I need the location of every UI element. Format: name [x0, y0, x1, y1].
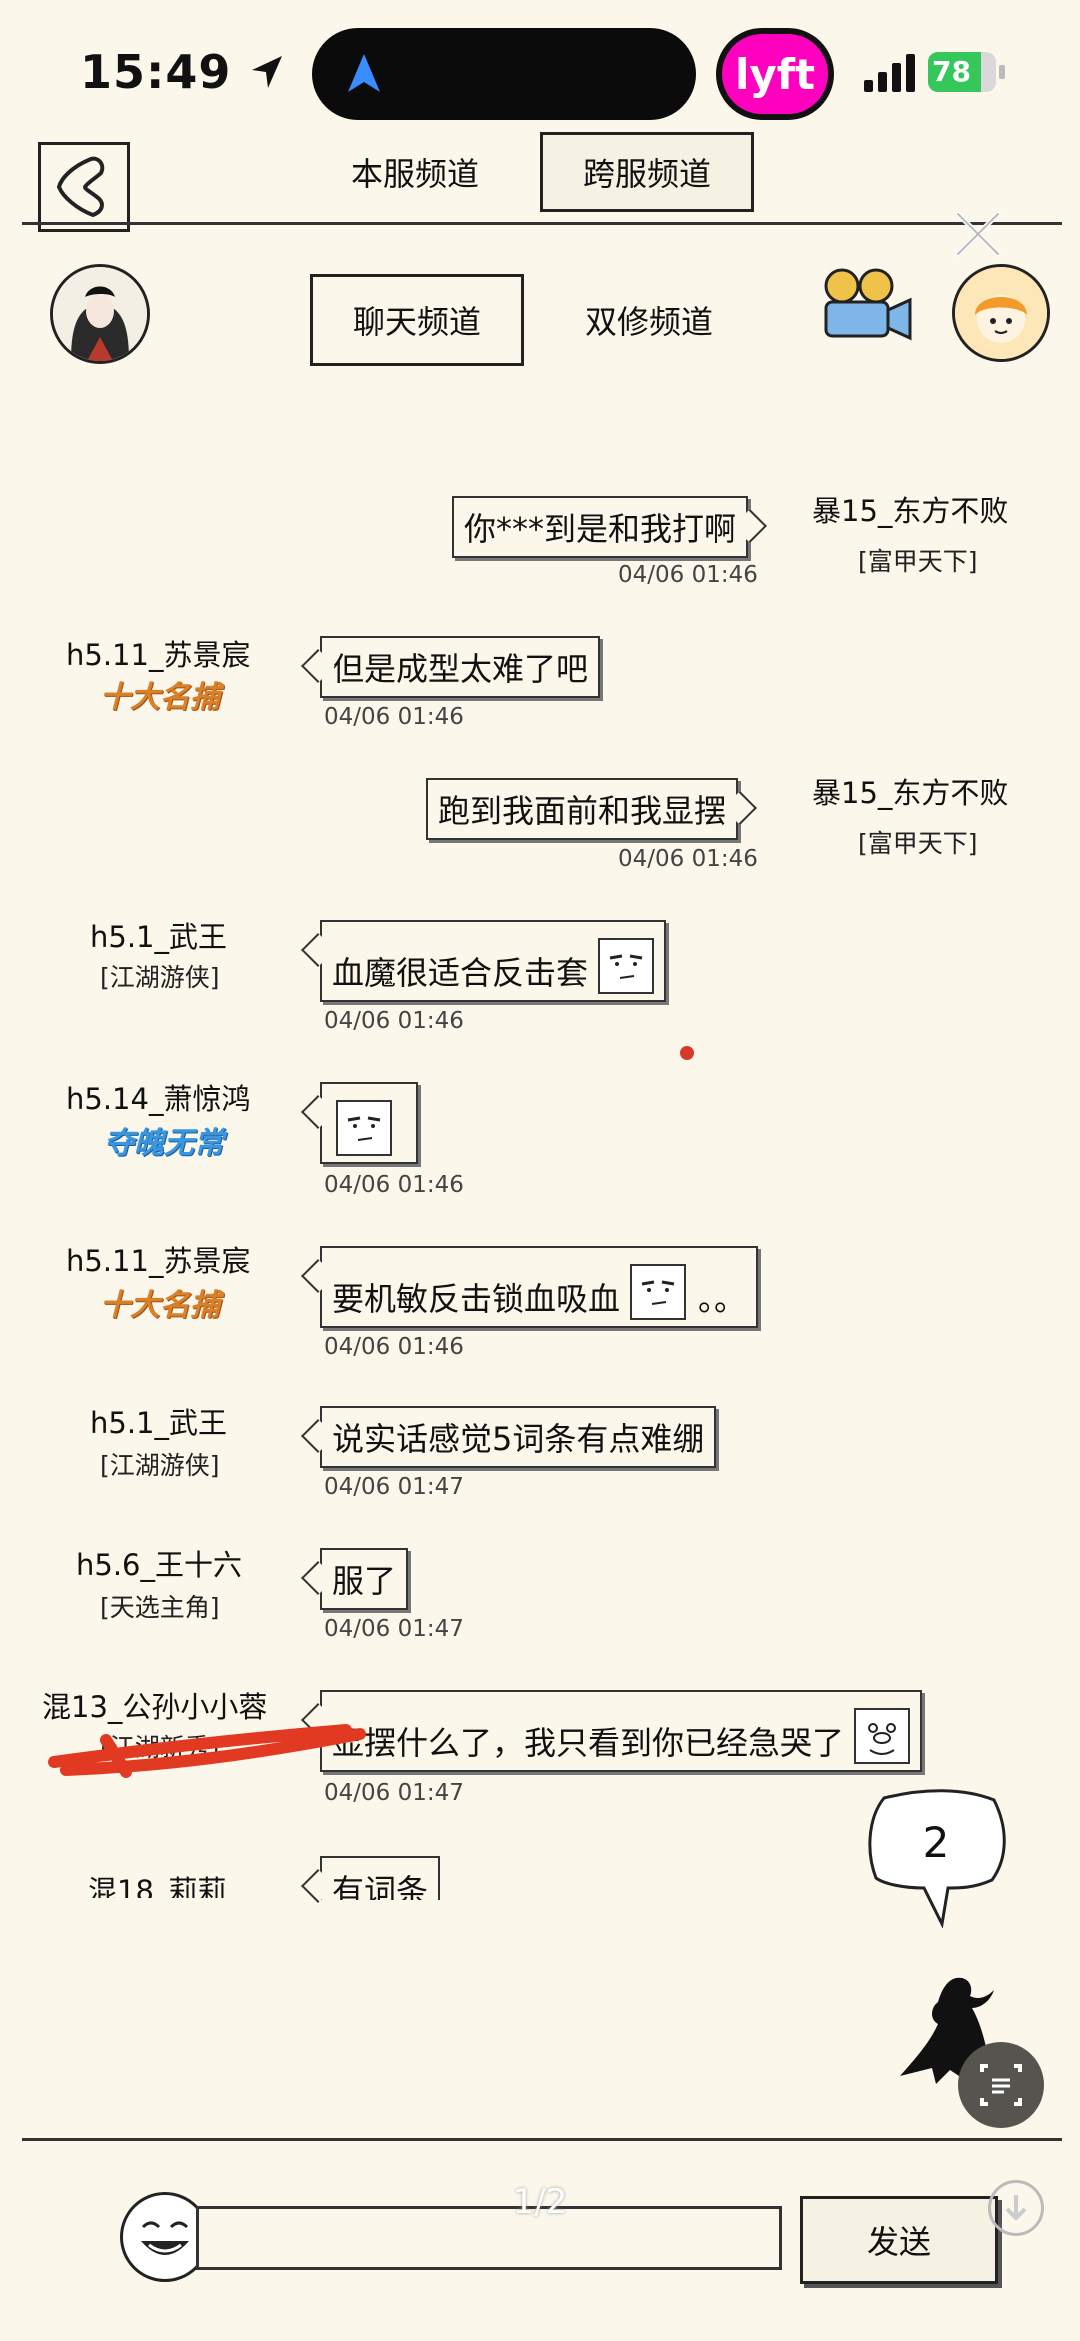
lyft-app-indicator[interactable]: lyft: [716, 28, 834, 120]
status-bar: 15:49 lyft 78: [0, 0, 1080, 130]
page-indicator: 1/2: [512, 2182, 568, 2222]
pig-face-emoji-icon: [854, 1708, 911, 1764]
tab-cross-server[interactable]: 跨服频道: [540, 132, 754, 212]
sender-name[interactable]: 混18_莉莉: [88, 1868, 226, 1898]
signal-icon: [864, 54, 915, 92]
divider: [22, 222, 1062, 225]
sender-title: [江湖游侠]: [100, 1451, 220, 1480]
red-scribble-mark: [48, 1724, 366, 1778]
message-bubble[interactable]: 要机敏反击锁血吸血 。。: [320, 1246, 759, 1328]
smirk-face-emoji-icon: [598, 938, 655, 994]
smirk-face-emoji-icon: [630, 1264, 687, 1320]
sender-title: [富甲天下]: [858, 547, 978, 576]
message-bubble[interactable]: 但是成型太难了吧: [320, 636, 601, 698]
message-time: 04/06 01:46: [324, 704, 464, 730]
message-suffix: 。。: [698, 1280, 747, 1318]
sender-title-badge: 夺魄无常: [104, 1126, 224, 1161]
sender-name[interactable]: h5.11_苏景宸: [66, 1238, 250, 1280]
message-bubble[interactable]: 有词条: [320, 1856, 441, 1900]
sender-title-badge: 十大名捕: [100, 680, 220, 715]
tab-local-server[interactable]: 本服频道: [330, 132, 500, 212]
message-bubble[interactable]: 服了: [320, 1548, 409, 1610]
recording-dot: [680, 1046, 694, 1060]
laughing-face-icon: [141, 2221, 189, 2255]
npc-avatar[interactable]: [952, 264, 1050, 362]
message-text: 有词条: [332, 1872, 429, 1900]
back-icon: [56, 156, 105, 218]
message-time: 04/06 01:46: [618, 846, 758, 872]
navigation-arrow-icon: [348, 54, 380, 92]
sender-name[interactable]: 暴15_东方不败: [812, 488, 1008, 530]
scan-text-icon: [980, 2064, 1022, 2106]
tab-chat-channel[interactable]: 聊天频道: [310, 274, 524, 366]
sender-name[interactable]: h5.6_王十六: [76, 1542, 242, 1584]
message-bubble[interactable]: 跑到我面前和我显摆: [426, 778, 739, 840]
sender-title: [天选主角]: [100, 1593, 220, 1622]
unread-count: 2: [922, 1818, 950, 1867]
sender-name[interactable]: h5.11_苏景宸: [66, 632, 250, 674]
message-time: 04/06 01:46: [324, 1334, 464, 1360]
smirk-face-emoji-icon: [336, 1100, 392, 1156]
message-time: 04/06 01:47: [324, 1474, 464, 1500]
message-time: 04/06 01:46: [324, 1008, 464, 1034]
message-bubble[interactable]: [320, 1082, 418, 1164]
send-button[interactable]: 发送: [800, 2196, 998, 2284]
close-icon[interactable]: [952, 208, 1004, 260]
back-button[interactable]: [38, 142, 130, 232]
sender-title-badge: 十大名捕: [100, 1288, 220, 1323]
sender-name[interactable]: 暴15_东方不败: [812, 770, 1008, 812]
location-arrow-icon: [252, 56, 282, 88]
message-bubble[interactable]: 显摆什么了，我只看到你已经急哭了: [320, 1690, 923, 1772]
message-bubble[interactable]: 说实话感觉5词条有点难绷: [320, 1406, 717, 1468]
tab-dual-cultivation[interactable]: 双修频道: [560, 274, 738, 366]
player-avatar[interactable]: [50, 264, 150, 364]
sender-name[interactable]: h5.1_武王: [90, 914, 227, 956]
message-bubble[interactable]: 血魔很适合反击套: [320, 920, 667, 1002]
download-button[interactable]: [988, 2180, 1044, 2236]
battery-icon: 78: [928, 52, 1008, 92]
sender-title: [富甲天下]: [858, 829, 978, 858]
message-time: 04/06 01:46: [618, 562, 758, 588]
video-camera-icon[interactable]: [816, 268, 916, 348]
message-text: 显摆什么了，我只看到你已经急哭了: [332, 1724, 845, 1762]
message-text: 血魔很适合反击套: [332, 954, 589, 992]
dynamic-island[interactable]: [312, 28, 696, 120]
message-text: 要机敏反击锁血吸血: [332, 1280, 621, 1318]
chat-input[interactable]: [196, 2206, 782, 2270]
sender-name[interactable]: h5.14_萧惊鸿: [66, 1076, 250, 1118]
message-bubble[interactable]: 你***到是和我打啊: [452, 496, 749, 558]
sender-name[interactable]: h5.1_武王: [90, 1400, 227, 1442]
battery-label: 78: [932, 55, 971, 88]
divider: [22, 2138, 1062, 2141]
clock: 15:49: [80, 45, 232, 99]
sender-title: [江湖游侠]: [100, 963, 220, 992]
message-time: 04/06 01:47: [324, 1616, 464, 1642]
message-time: 04/06 01:46: [324, 1172, 464, 1198]
download-icon: [1005, 2195, 1027, 2221]
screen-scan-button[interactable]: [958, 2042, 1044, 2128]
